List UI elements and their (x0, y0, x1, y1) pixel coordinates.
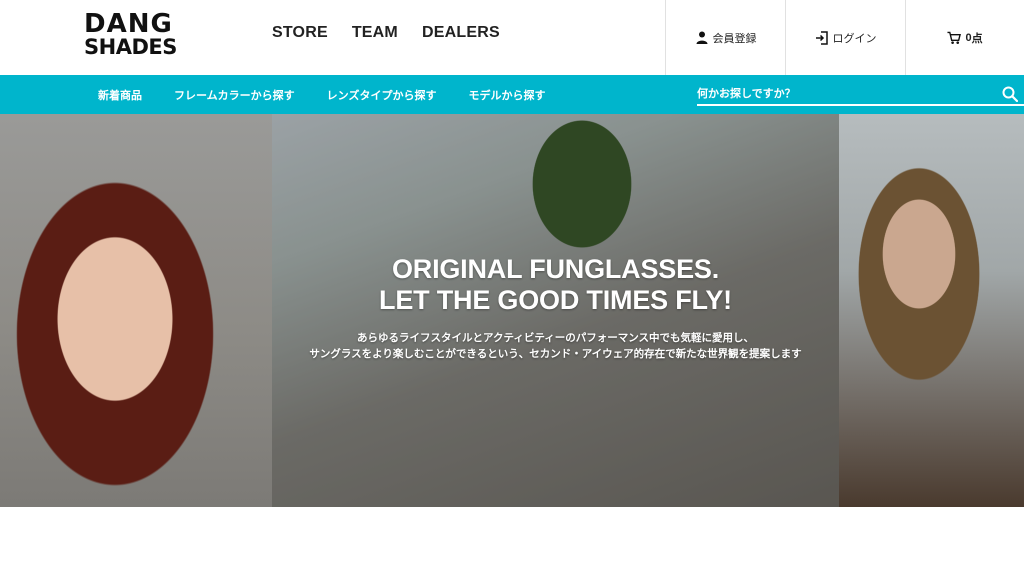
search-icon[interactable] (1000, 84, 1020, 104)
nav-team[interactable]: TEAM (352, 24, 398, 42)
hero-title: ORIGINAL FUNGLASSES. LET THE GOOD TIMES … (272, 254, 839, 316)
logo-text-line1: DANG (84, 9, 173, 39)
search-bar (697, 84, 1024, 106)
site-header: DANG SHADES STORE TEAM DEALERS 会員登録 ログイン… (0, 0, 1024, 75)
login-link[interactable]: ログイン (785, 0, 905, 75)
person-icon (695, 31, 709, 45)
hero-banner: ORIGINAL FUNGLASSES. LET THE GOOD TIMES … (0, 114, 1024, 507)
hero-image-left (0, 114, 272, 507)
hero-copy: ORIGINAL FUNGLASSES. LET THE GOOD TIMES … (272, 254, 839, 362)
category-nav: 新着商品 フレームカラーから探す レンズタイプから探す モデルから探す (0, 75, 1024, 114)
register-link[interactable]: 会員登録 (665, 0, 785, 75)
cart-icon (947, 31, 962, 45)
category-frame-color[interactable]: フレームカラーから探す (174, 87, 295, 103)
cart-unit: 点 (971, 32, 983, 45)
register-label: 会員登録 (712, 32, 757, 45)
hero-subtitle-line2: サングラスをより楽しむことができるという、セカンド・アイウェア的存在で新たな世界… (309, 348, 802, 360)
login-label: ログイン (832, 32, 877, 45)
cart-link[interactable]: 0点 (905, 0, 1024, 75)
hero-subtitle-line1: あらゆるライフスタイルとアクティビティーのパフォーマンス中でも気軽に愛用し、 (356, 332, 754, 344)
search-input[interactable] (697, 84, 997, 104)
hero-subtitle: あらゆるライフスタイルとアクティビティーのパフォーマンス中でも気軽に愛用し、 サ… (272, 330, 839, 362)
hero-title-line2: LET THE GOOD TIMES FLY! (379, 285, 732, 315)
hero-title-line1: ORIGINAL FUNGLASSES. (391, 254, 720, 284)
login-icon (815, 30, 829, 45)
category-lens-type[interactable]: レンズタイプから探す (327, 87, 437, 103)
nav-dealers[interactable]: DEALERS (422, 24, 500, 42)
site-logo[interactable]: DANG SHADES (84, 11, 218, 59)
hero-image-right (839, 114, 1024, 507)
nav-store[interactable]: STORE (272, 24, 328, 42)
logo-text-line2: SHADES (84, 35, 177, 59)
category-links: 新着商品 フレームカラーから探す レンズタイプから探す モデルから探す (98, 87, 577, 103)
main-nav: STORE TEAM DEALERS (272, 24, 500, 42)
category-new-arrivals[interactable]: 新着商品 (98, 87, 142, 103)
category-model[interactable]: モデルから探す (468, 87, 545, 103)
